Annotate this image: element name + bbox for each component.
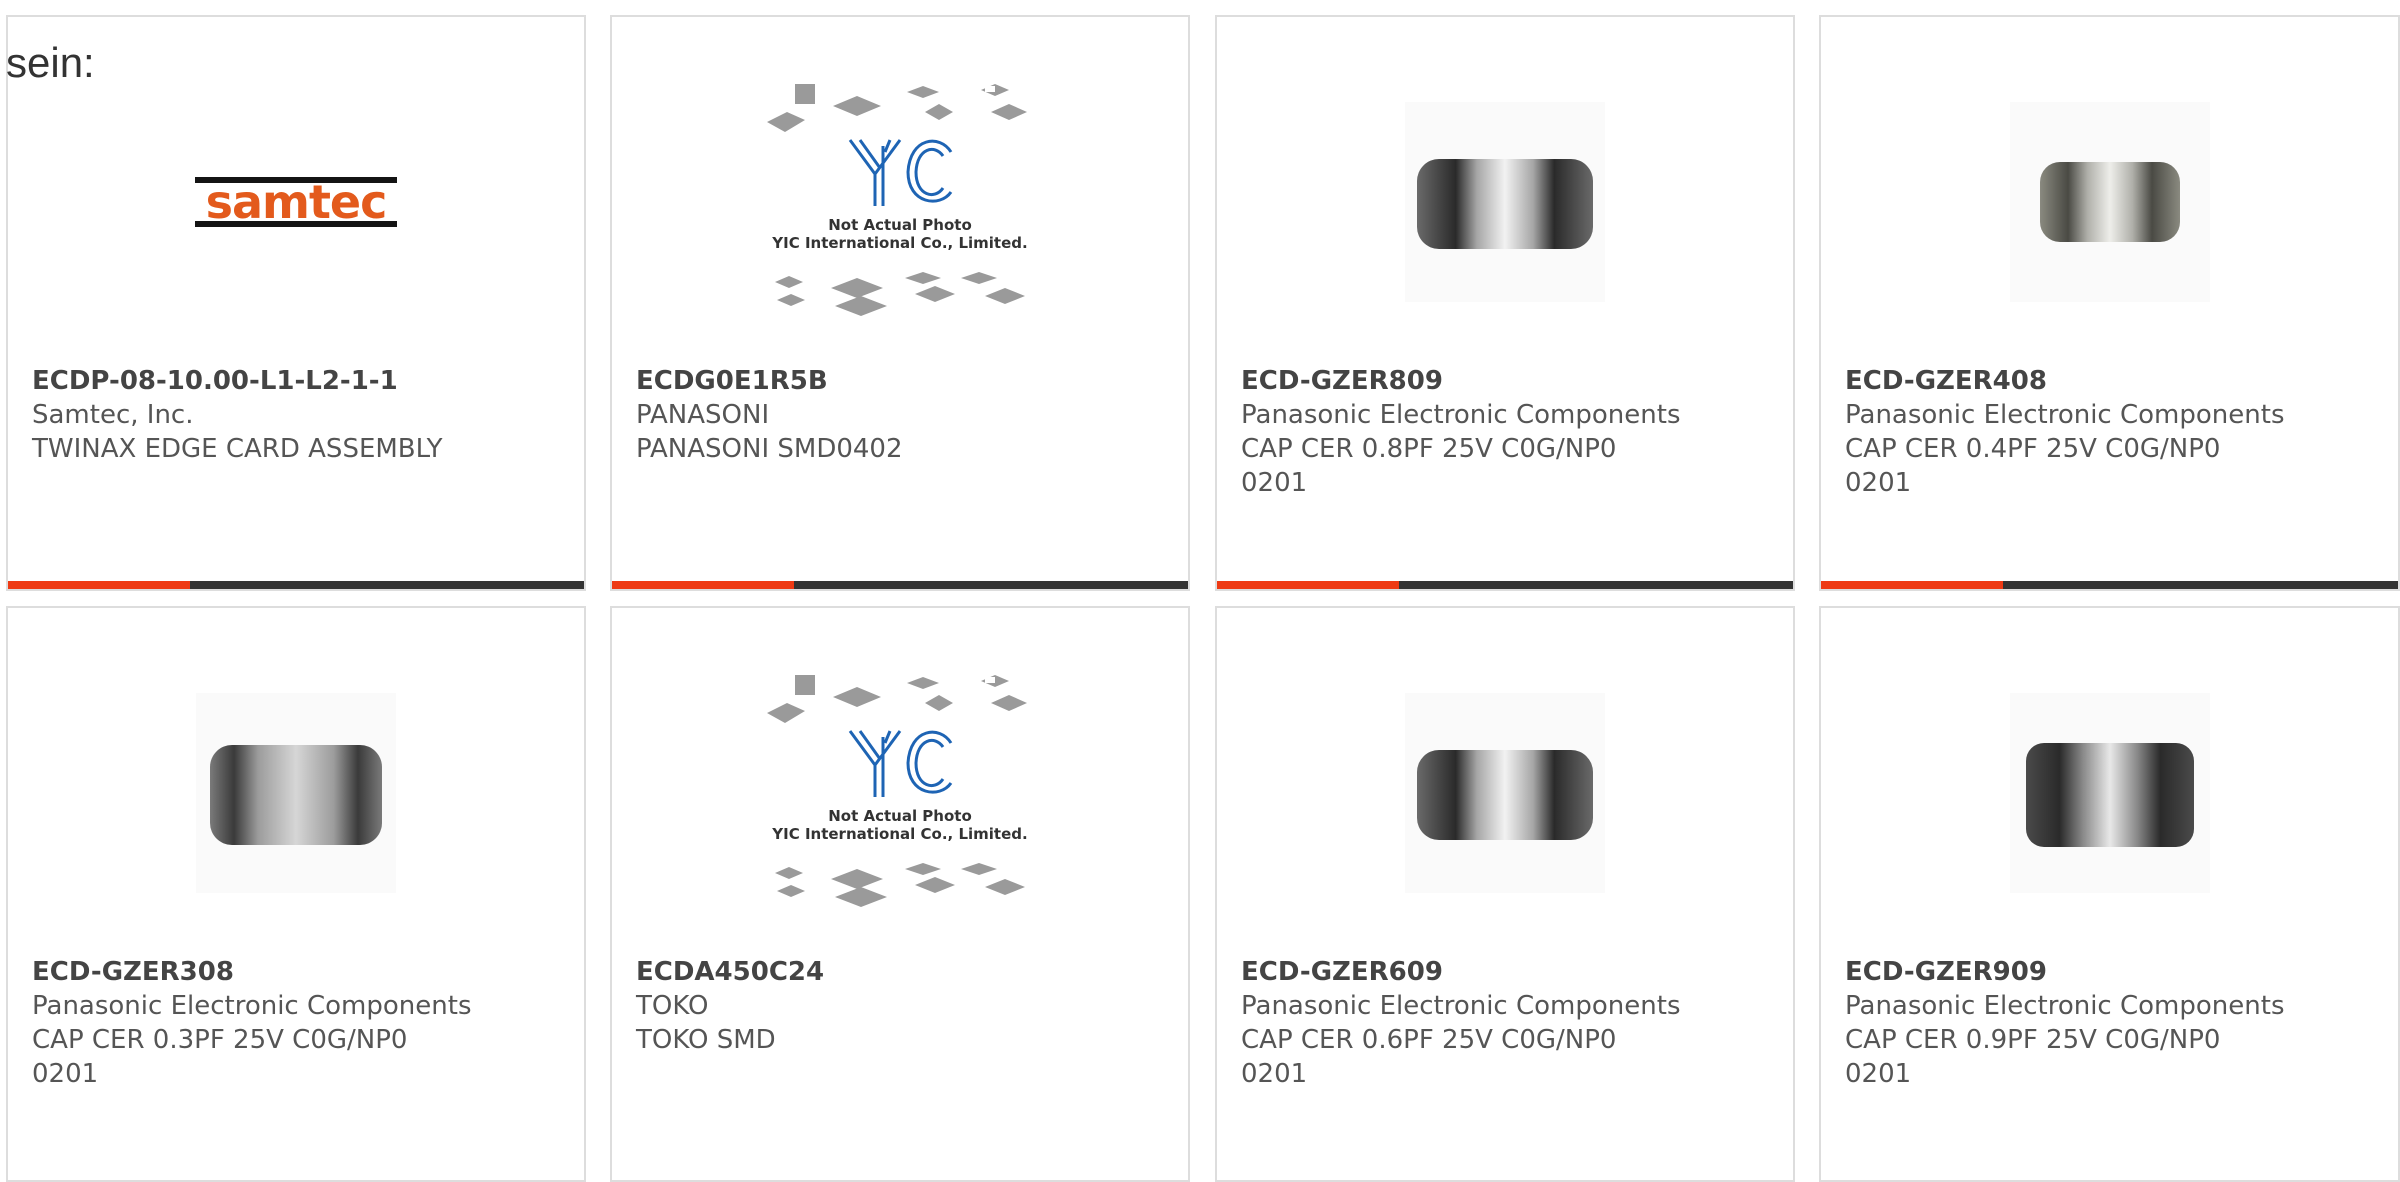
product-card[interactable]: ECD-GZER308 Panasonic Electronic Compone… xyxy=(6,606,586,1182)
product-image[interactable]: Not Actual Photo YIC International Co., … xyxy=(612,77,1188,327)
samtec-logo: samtec xyxy=(195,173,397,231)
manufacturer: Panasonic Electronic Components xyxy=(1845,400,2285,430)
yic-note-line1: Not Actual Photo xyxy=(828,216,972,234)
product-card[interactable]: samtec ECDP-08-10.00-L1-L2-1-1 Samtec, I… xyxy=(6,15,586,591)
product-image[interactable] xyxy=(8,668,584,918)
product-card[interactable]: ECD-GZER809 Panasonic Electronic Compone… xyxy=(1215,15,1795,591)
product-image[interactable] xyxy=(1217,668,1793,918)
description: CAP CER 0.3PF 25V C0G/NP0 xyxy=(32,1025,408,1055)
chip-capacitor-image xyxy=(2009,693,2210,893)
product-image[interactable] xyxy=(1821,77,2398,327)
product-image[interactable]: Not Actual Photo YIC International Co., … xyxy=(612,668,1188,918)
part-number-link[interactable]: ECD-GZER308 xyxy=(32,955,564,989)
description-package: 0201 xyxy=(1845,1059,1912,1089)
description: CAP CER 0.4PF 25V C0G/NP0 xyxy=(1845,434,2221,464)
chip-capacitor-image xyxy=(2009,102,2210,302)
manufacturer: Panasonic Electronic Components xyxy=(1845,991,2285,1021)
part-number-link[interactable]: ECDP-08-10.00-L1-L2-1-1 xyxy=(32,364,564,398)
part-number-link[interactable]: ECD-GZER909 xyxy=(1845,955,2378,989)
description: TOKO SMD xyxy=(636,1025,776,1055)
description-package: 0201 xyxy=(1241,1059,1308,1089)
manufacturer: Samtec, Inc. xyxy=(32,400,194,430)
yic-note-line2: YIC International Co., Limited. xyxy=(771,234,1027,252)
product-image[interactable] xyxy=(1821,668,2398,918)
yic-note-line1: Not Actual Photo xyxy=(828,807,972,825)
product-card[interactable]: Not Actual Photo YIC International Co., … xyxy=(610,606,1190,1182)
part-number-link[interactable]: ECDA450C24 xyxy=(636,955,1168,989)
card-accent-bar xyxy=(612,581,1188,589)
description-package: 0201 xyxy=(1845,468,1912,498)
chip-capacitor-image xyxy=(1405,693,1605,893)
manufacturer: TOKO xyxy=(636,991,709,1021)
description: TWINAX EDGE CARD ASSEMBLY xyxy=(32,434,443,464)
product-card[interactable]: Not Actual Photo YIC International Co., … xyxy=(610,15,1190,591)
product-image[interactable]: samtec xyxy=(8,77,584,327)
product-card[interactable]: ECD-GZER609 Panasonic Electronic Compone… xyxy=(1215,606,1795,1182)
part-number-link[interactable]: ECD-GZER809 xyxy=(1241,364,1773,398)
product-image[interactable] xyxy=(1217,77,1793,327)
manufacturer: Panasonic Electronic Components xyxy=(1241,991,1681,1021)
chip-capacitor-image xyxy=(196,693,396,893)
description: PANASONI SMD0402 xyxy=(636,434,903,464)
part-number-link[interactable]: ECD-GZER408 xyxy=(1845,364,2378,398)
part-number-link[interactable]: ECD-GZER609 xyxy=(1241,955,1773,989)
part-number-link[interactable]: ECDG0E1R5B xyxy=(636,364,1168,398)
yic-placeholder-image: Not Actual Photo YIC International Co., … xyxy=(767,84,1028,316)
description: CAP CER 0.6PF 25V C0G/NP0 xyxy=(1241,1025,1617,1055)
card-accent-bar xyxy=(1217,581,1793,589)
product-card[interactable]: ECD-GZER408 Panasonic Electronic Compone… xyxy=(1819,15,2400,591)
card-accent-bar xyxy=(1821,581,2398,589)
description: CAP CER 0.8PF 25V C0G/NP0 xyxy=(1241,434,1617,464)
description-package: 0201 xyxy=(1241,468,1308,498)
intro-text: sein: xyxy=(6,39,95,86)
manufacturer: Panasonic Electronic Components xyxy=(1241,400,1681,430)
yic-note-line2: YIC International Co., Limited. xyxy=(771,825,1027,843)
manufacturer: Panasonic Electronic Components xyxy=(32,991,472,1021)
description: CAP CER 0.9PF 25V C0G/NP0 xyxy=(1845,1025,2221,1055)
card-accent-bar xyxy=(8,581,584,589)
yic-placeholder-image: Not Actual Photo YIC International Co., … xyxy=(767,675,1028,907)
manufacturer: PANASONI xyxy=(636,400,770,430)
description-package: 0201 xyxy=(32,1059,99,1089)
product-card[interactable]: ECD-GZER909 Panasonic Electronic Compone… xyxy=(1819,606,2400,1182)
chip-capacitor-image xyxy=(1405,102,1605,302)
